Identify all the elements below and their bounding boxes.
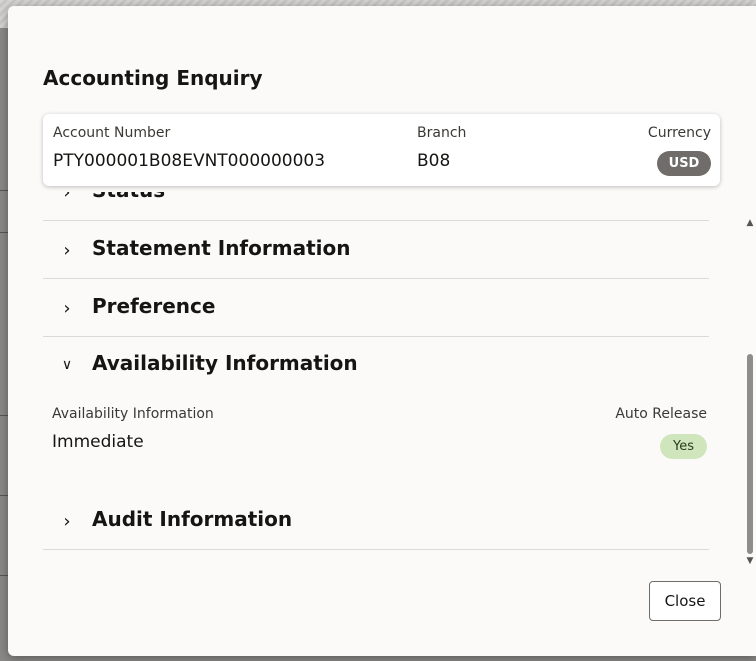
section-preference[interactable]: › Preference: [43, 280, 709, 337]
section-availability-information[interactable]: ∨ Availability Information: [43, 337, 709, 394]
backdrop-divider: [0, 495, 8, 496]
backdrop-divider: [0, 415, 8, 416]
auto-release-badge: Yes: [660, 434, 707, 459]
vertical-scrollbar[interactable]: ▲ ▼: [745, 218, 755, 570]
currency-badge: USD: [657, 151, 711, 176]
scroll-up-arrow[interactable]: ▲: [745, 218, 755, 228]
dialog-title: Accounting Enquiry: [43, 66, 263, 90]
sections-scroll-area[interactable]: › Status › Statement Information › Prefe…: [43, 192, 709, 556]
section-title: Preference: [92, 294, 216, 318]
availability-label: Availability Information: [52, 406, 214, 422]
backdrop-divider: [0, 232, 8, 233]
availability-details: Availability Information Immediate Auto …: [43, 394, 709, 464]
chevron-right-icon: ›: [63, 239, 71, 261]
scroll-down-arrow[interactable]: ▼: [745, 556, 755, 566]
backdrop-divider: [0, 575, 8, 576]
chevron-right-icon: ›: [63, 297, 71, 319]
section-title: Audit Information: [92, 507, 293, 531]
section-title: Statement Information: [92, 236, 351, 260]
backdrop-divider: [0, 190, 8, 191]
section-audit-information[interactable]: › Audit Information: [43, 493, 709, 550]
accounting-enquiry-dialog: Accounting Enquiry Account Number PTY000…: [8, 6, 756, 656]
close-button[interactable]: Close: [649, 581, 721, 621]
branch-value: B08: [417, 151, 451, 171]
chevron-down-icon: ∨: [61, 357, 73, 373]
section-title: Status: [92, 192, 165, 202]
section-statement-information[interactable]: › Statement Information: [43, 222, 709, 279]
account-number-label: Account Number: [53, 125, 171, 141]
chevron-right-icon: ›: [63, 510, 71, 532]
account-number-value: PTY000001B08EVNT000000003: [53, 151, 326, 171]
section-title: Availability Information: [92, 351, 358, 375]
section-status[interactable]: › Status: [43, 192, 709, 221]
chevron-right-icon: ›: [63, 192, 71, 203]
currency-label: Currency: [647, 125, 711, 141]
auto-release-label: Auto Release: [615, 406, 707, 422]
scroll-thumb[interactable]: [747, 354, 753, 554]
availability-value: Immediate: [52, 432, 144, 452]
branch-label: Branch: [417, 125, 467, 141]
account-summary-card: Account Number PTY000001B08EVNT000000003…: [43, 114, 720, 186]
